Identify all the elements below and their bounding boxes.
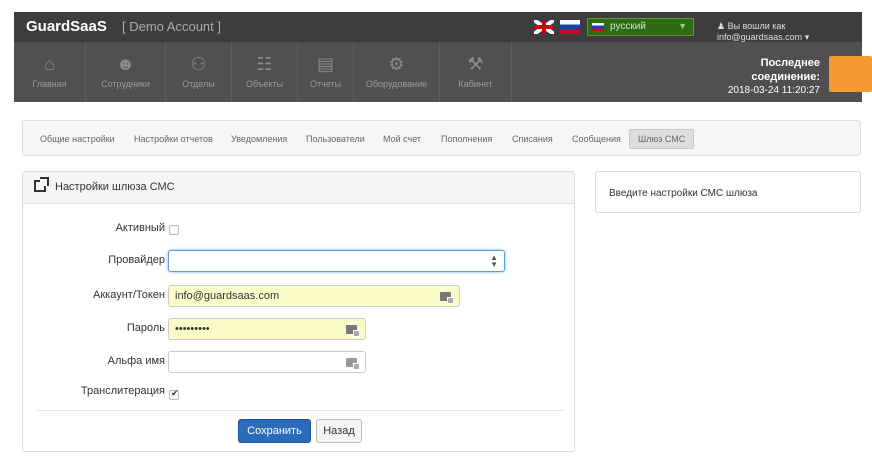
user-icon: ☻ (116, 54, 135, 74)
nav-item-label: Отчеты (309, 79, 342, 89)
password-manager-icon[interactable] (440, 288, 454, 304)
transliteration-checkbox[interactable] (169, 388, 179, 400)
tab-report-settings[interactable]: Настройки отчетов (134, 130, 213, 148)
brand-logo[interactable]: GuardSaaS (26, 18, 107, 35)
account-token-field[interactable]: info@guardsaas.com (168, 285, 460, 307)
language-select[interactable]: русский ▼ (587, 18, 694, 36)
user-menu-label: Вы вошли как info@guardsaas.com (717, 21, 803, 42)
group-icon: ⚇ (190, 54, 207, 74)
sms-gateway-panel: Настройки шлюза СМС Активный Провайдер ▲… (22, 171, 575, 452)
transliteration-label: Транслитерация (80, 385, 165, 397)
nav-item-label: Объекты (245, 79, 284, 89)
nav-item-label: Сотрудники (101, 79, 150, 89)
user-menu[interactable]: ♟ Вы вошли как info@guardsaas.com ▾ (717, 21, 862, 43)
top-bar: GuardSaaS [ Demo Account ] русский ▼ ♟ В… (14, 12, 862, 42)
tab-messages[interactable]: Сообщения (572, 130, 621, 148)
russia-flag-icon (592, 23, 604, 31)
select-arrows-icon: ▲ ▼ (490, 253, 498, 269)
nav-item-objects[interactable]: ☷ Объекты (232, 42, 298, 102)
chevron-down-icon: ▾ (804, 32, 810, 42)
active-label: Активный (115, 222, 165, 234)
chart-icon: ▤ (316, 54, 334, 74)
home-icon: ⌂ (44, 54, 55, 74)
alpha-name-label: Альфа имя (107, 355, 165, 367)
last-connection: Последнее соединение: 2018-03-24 11:20:2… (714, 56, 820, 98)
panel-title: Настройки шлюза СМС (55, 181, 175, 193)
account-token-value: info@guardsaas.com (175, 290, 280, 302)
tab-users[interactable]: Пользователи (306, 130, 365, 148)
chevron-down-icon: ▼ (678, 21, 687, 31)
alpha-name-field[interactable] (168, 351, 366, 373)
divider (37, 410, 564, 411)
last-connection-time: 2018-03-24 11:20:27 (727, 85, 820, 96)
password-label: Пароль (126, 322, 165, 334)
tab-top-ups[interactable]: Пополнения (441, 130, 492, 148)
password-manager-icon[interactable] (346, 354, 360, 370)
nav-item-label: Кабинет (458, 79, 493, 89)
russia-flag-icon[interactable] (560, 20, 580, 34)
user-icon: ♟ (717, 21, 726, 31)
nav-item-label: Отделы (182, 79, 215, 89)
tab-notifications[interactable]: Уведомления (231, 130, 287, 148)
tab-sms-gateway[interactable]: Шлюз СМС (629, 129, 695, 149)
nav-item-employees[interactable]: ☻ Сотрудники (86, 42, 166, 102)
external-link-icon (34, 177, 49, 192)
tab-charges[interactable]: Списания (512, 130, 553, 148)
provider-label: Провайдер (108, 254, 165, 266)
info-text: Введите настройки СМС шлюза (609, 188, 758, 199)
save-button[interactable]: Сохранить (238, 419, 311, 443)
active-checkbox[interactable] (169, 225, 179, 235)
sitemap-icon: ☷ (256, 54, 273, 74)
settings-tabs: Общие настройки Настройки отчетов Уведом… (22, 120, 861, 156)
main-nav: ⌂ Главная ☻ Сотрудники ⚇ Отделы ☷ Объект… (14, 42, 872, 102)
gears-icon: ⚙ (388, 54, 405, 74)
nav-item-home[interactable]: ⌂ Главная (14, 42, 86, 102)
password-value: ••••••••• (175, 323, 210, 335)
nav-item-equipment[interactable]: ⚙ Оборудование (354, 42, 440, 102)
password-field[interactable]: ••••••••• (168, 318, 366, 340)
nav-item-label: Оборудование (365, 79, 428, 89)
uk-flag-icon[interactable] (534, 20, 554, 34)
tab-general-settings[interactable]: Общие настройки (40, 130, 115, 148)
account-label: Аккаунт/Токен (93, 289, 165, 301)
status-indicator[interactable] (829, 56, 872, 92)
provider-select[interactable]: ▲ ▼ (168, 250, 505, 272)
nav-item-departments[interactable]: ⚇ Отделы (166, 42, 232, 102)
info-panel: Введите настройки СМС шлюза (595, 171, 861, 213)
account-name: [ Demo Account ] (122, 19, 221, 34)
back-button[interactable]: Назад (316, 419, 362, 443)
language-value: русский (610, 21, 646, 32)
panel-header: Настройки шлюза СМС (23, 172, 574, 204)
nav-item-label: Главная (32, 79, 67, 89)
nav-item-reports[interactable]: ▤ Отчеты (298, 42, 354, 102)
tab-my-account[interactable]: Мой счет (383, 130, 421, 148)
password-manager-icon[interactable] (346, 321, 360, 337)
nav-item-cabinet[interactable]: ⚒ Кабинет (440, 42, 512, 102)
last-connection-title: Последнее соединение: (751, 57, 820, 83)
wrench-icon: ⚒ (467, 54, 484, 74)
